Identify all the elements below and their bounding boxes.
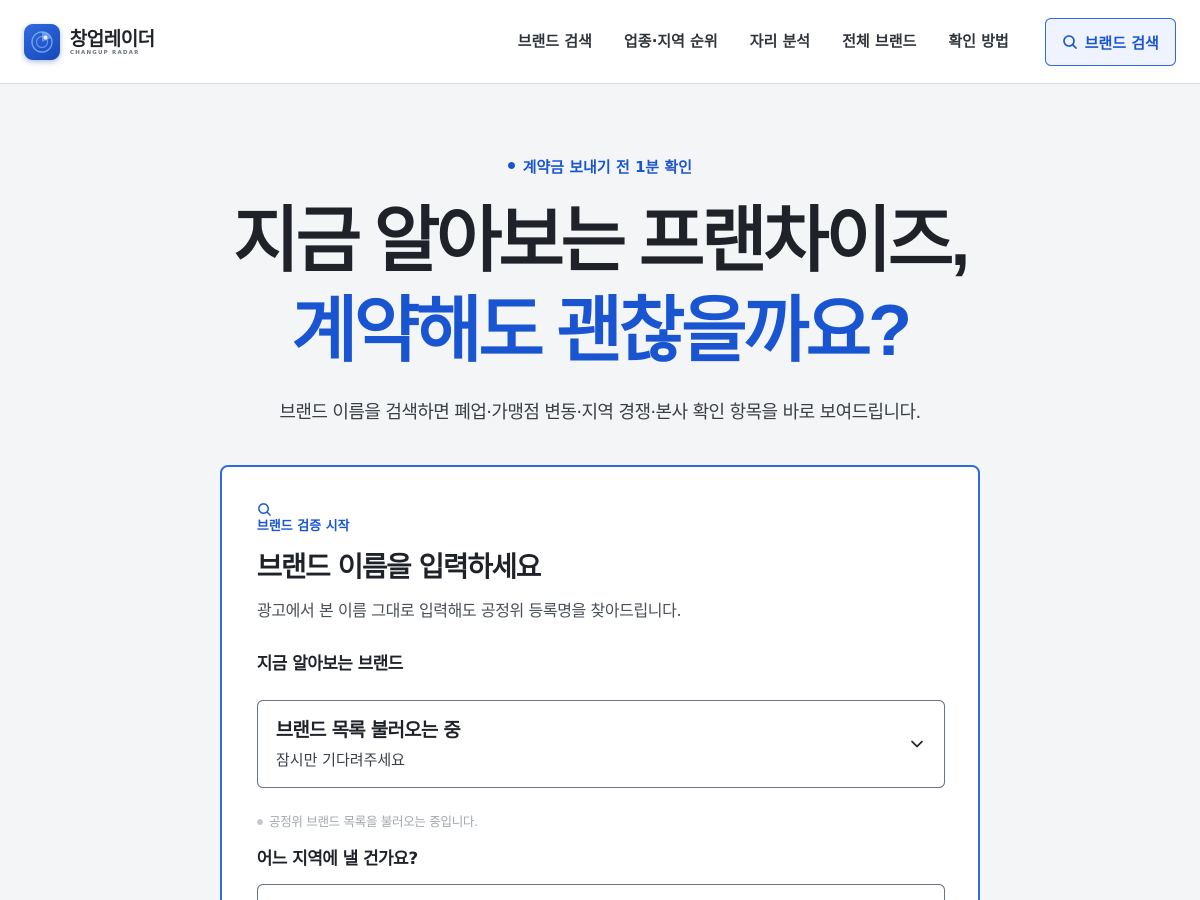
card-title: 브랜드 이름을 입력하세요 bbox=[257, 550, 542, 583]
loading-hint-text: 공정위 브랜드 목록을 불러오는 중입니다. bbox=[269, 814, 478, 829]
card-description: 광고에서 본 이름 그대로 입력해도 공정위 등록명을 찾아드립니다. bbox=[257, 601, 682, 620]
logo-name: 창업레이더 bbox=[70, 27, 155, 50]
eyebrow-dot bbox=[507, 162, 515, 169]
nav-how-to-check[interactable]: 확인 방법 bbox=[949, 30, 1009, 52]
radar-logo-icon bbox=[24, 24, 60, 60]
chevron-down-icon bbox=[911, 740, 923, 748]
nav-brand-search[interactable]: 브랜드 검색 bbox=[518, 30, 592, 52]
brand-select[interactable]: 브랜드 목록 불러오는 중 잠시만 기다려주세요 bbox=[257, 700, 945, 788]
brand-select-subtext: 잠시만 기다려주세요 bbox=[276, 751, 405, 769]
search-icon bbox=[1063, 35, 1077, 49]
brand-select-value: 브랜드 목록 불러오는 중 bbox=[276, 719, 461, 741]
nav-location-analysis[interactable]: 자리 분석 bbox=[750, 30, 810, 52]
region-select[interactable] bbox=[257, 884, 945, 900]
main-nav: 브랜드 검색 업종·지역 순위 자리 분석 전체 브랜드 확인 방법 bbox=[518, 30, 1009, 52]
hero-title: 지금 알아보는 프랜차이즈, 계약해도 괜찮을까요? bbox=[0, 196, 1200, 376]
brand-verify-card: 브랜드 검증 시작 브랜드 이름을 입력하세요 광고에서 본 이름 그대로 입력… bbox=[220, 465, 980, 900]
hero-subtitle: 브랜드 이름을 검색하면 폐업·가맹점 변동·지역 경쟁·본사 확인 항목을 바… bbox=[279, 402, 921, 423]
region-field-label: 어느 지역에 낼 건가요? bbox=[257, 849, 418, 869]
header-search-label: 브랜드 검색 bbox=[1084, 33, 1160, 52]
header-search-button[interactable]: 브랜드 검색 bbox=[1045, 18, 1176, 66]
hint-dot bbox=[257, 818, 263, 825]
nav-industry-region-rank[interactable]: 업종·지역 순위 bbox=[624, 30, 718, 52]
logo-subtitle: CHANGUP RADAR bbox=[70, 49, 140, 56]
hero-eyebrow-text: 계약금 보내기 전 1분 확인 bbox=[522, 158, 693, 176]
logo-link[interactable]: 창업레이더 CHANGUP RADAR bbox=[24, 24, 155, 60]
hero-title-line2: 계약해도 괜찮을까요? bbox=[291, 291, 912, 371]
card-eyebrow: 브랜드 검증 시작 bbox=[257, 519, 350, 534]
hero-title-line1: 지금 알아보는 프랜차이즈, bbox=[233, 201, 971, 281]
search-icon bbox=[258, 503, 271, 516]
brand-field-label: 지금 알아보는 브랜드 bbox=[257, 654, 404, 674]
hero-eyebrow: 계약금 보내기 전 1분 확인 bbox=[0, 156, 1200, 178]
loading-hint: 공정위 브랜드 목록을 불러오는 중입니다. bbox=[257, 813, 478, 831]
nav-all-brands[interactable]: 전체 브랜드 bbox=[842, 30, 916, 52]
top-header: 창업레이더 CHANGUP RADAR 브랜드 검색 업종·지역 순위 자리 분… bbox=[0, 0, 1200, 84]
